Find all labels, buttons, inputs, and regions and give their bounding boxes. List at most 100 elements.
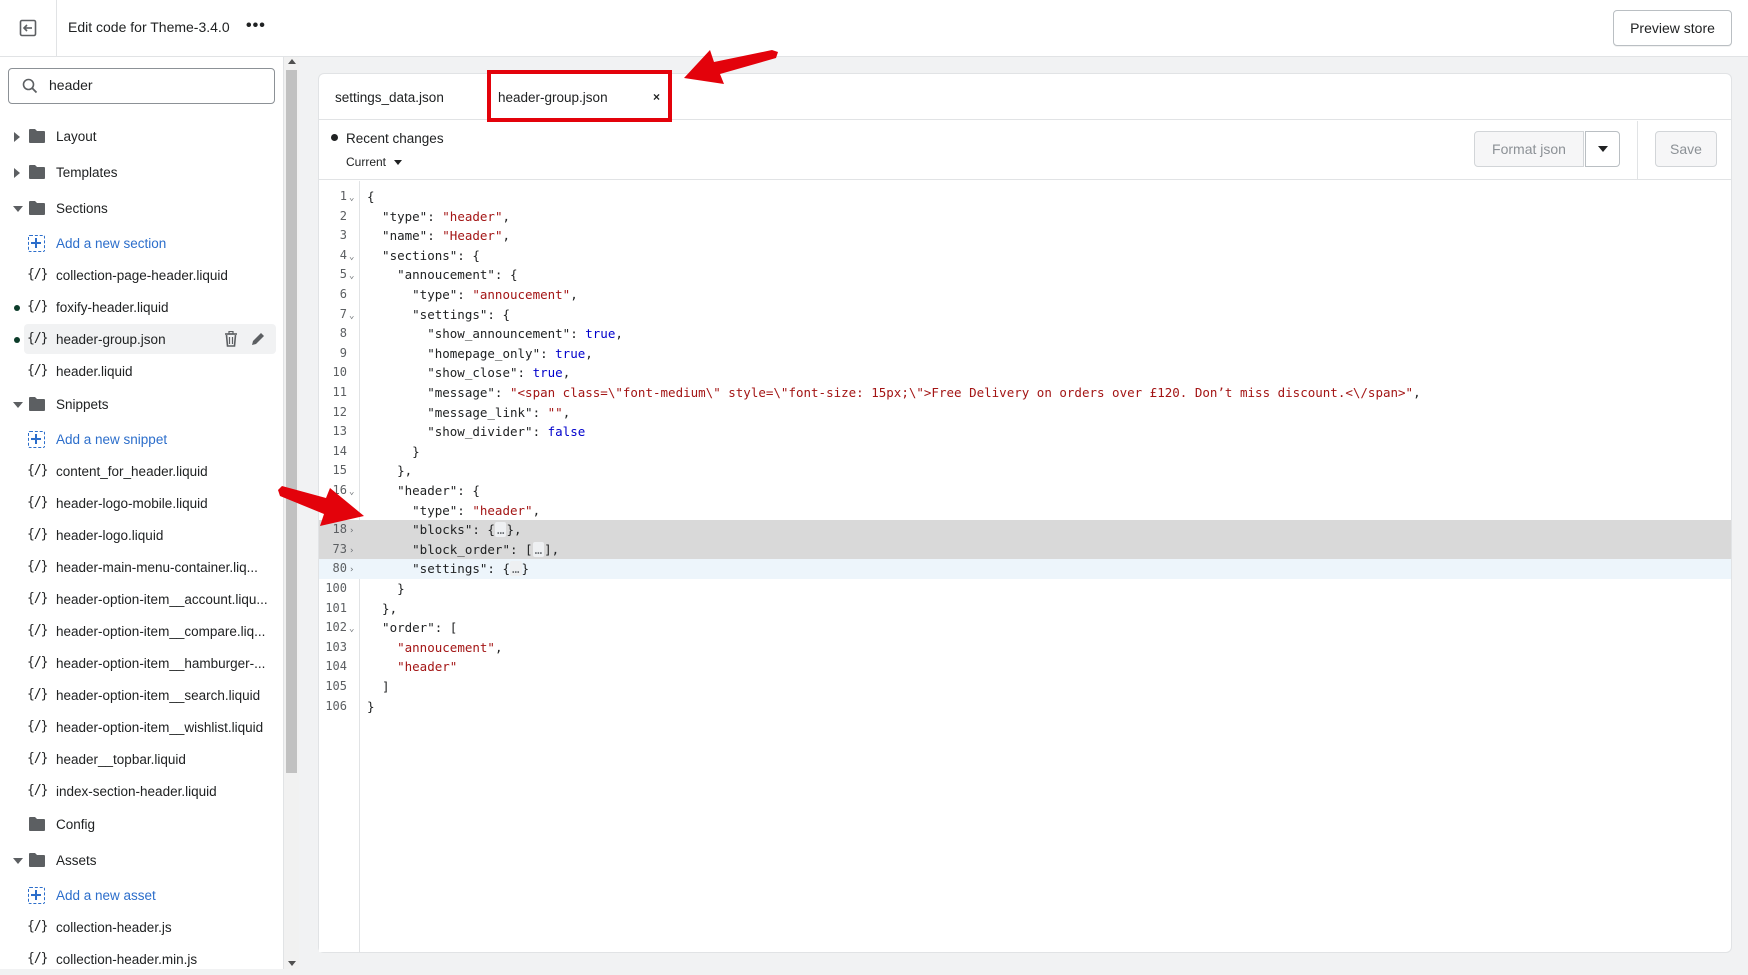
format-options-button[interactable] (1585, 131, 1620, 167)
caret-right-icon[interactable] (14, 132, 20, 142)
more-actions-button[interactable]: ••• (246, 17, 266, 35)
scroll-down-icon[interactable] (288, 961, 296, 966)
version-select[interactable]: Current (346, 155, 403, 169)
code-line[interactable]: 9 "homepage_only": true, (319, 344, 1731, 364)
caret-down-icon[interactable] (13, 206, 23, 212)
save-button[interactable]: Save (1655, 131, 1717, 167)
file-label: header-option-item__search.liquid (56, 688, 261, 703)
folder-sections[interactable]: Sections (0, 191, 284, 227)
punctuation-token: , (570, 287, 578, 302)
code-line[interactable]: 102 ⌄ "order": [ (319, 618, 1731, 638)
add-new-item-link[interactable]: Add a new asset (0, 879, 284, 911)
code-line[interactable]: 11 "message": "<span class=\"font-medium… (319, 383, 1731, 403)
code-line[interactable]: 12 "message_link": "", (319, 403, 1731, 423)
caret-down-icon[interactable] (13, 402, 23, 408)
add-new-item-link[interactable]: Add a new snippet (0, 423, 284, 455)
file-item[interactable]: {/} header-main-menu-container.liq... (0, 551, 284, 583)
code-line[interactable]: 8 "show_announcement": true, (319, 324, 1731, 344)
code-line[interactable]: 17 "type": "header", (319, 501, 1731, 521)
add-new-item-link[interactable]: Add a new section (0, 227, 284, 259)
folded-placeholder[interactable]: … (532, 541, 545, 557)
code-line[interactable]: 3 "name": "Header", (319, 226, 1731, 246)
code-line[interactable]: 13 "show_divider": false (319, 422, 1731, 442)
file-item[interactable]: {/} collection-header.js (0, 911, 284, 943)
file-item[interactable]: {/} header-option-item__hamburger-... (0, 647, 284, 679)
file-item[interactable]: {/} header-option-item__account.liqu... (0, 583, 284, 615)
preview-store-button[interactable]: Preview store (1613, 10, 1732, 46)
code-line[interactable]: 6 "type": "annoucement", (319, 285, 1731, 305)
code-text: "type": "annoucement", (367, 285, 578, 305)
code-file-icon: {/} (27, 623, 49, 638)
code-line[interactable]: 103 "annoucement", (319, 638, 1731, 658)
code-line[interactable]: 100 } (319, 579, 1731, 599)
code-line[interactable]: 18 › "blocks": {…}, (319, 520, 1731, 540)
folder-snippets[interactable]: Snippets (0, 387, 284, 423)
file-item[interactable]: {/} header-logo.liquid (0, 519, 284, 551)
folder-assets[interactable]: Assets (0, 843, 284, 879)
exit-button[interactable] (0, 0, 57, 56)
code-line[interactable]: 105 ] (319, 677, 1731, 697)
caret-down-icon[interactable] (13, 858, 23, 864)
code-line[interactable]: 2 "type": "header", (319, 207, 1731, 227)
code-line[interactable]: 15 }, (319, 461, 1731, 481)
code-line[interactable]: 106} (319, 697, 1731, 717)
code-line[interactable]: 80 › "settings": {…} (319, 559, 1731, 579)
line-number: 10 (332, 365, 347, 380)
scrollbar-thumb[interactable] (286, 70, 297, 773)
file-item[interactable]: {/} index-section-header.liquid (0, 775, 284, 807)
file-item[interactable]: {/} foxify-header.liquid (0, 291, 284, 323)
code-file-icon: {/} (27, 331, 49, 346)
line-number: 3 (339, 228, 347, 243)
code-token: "settings": { (367, 306, 510, 322)
code-line[interactable]: 1 ⌄{ (319, 187, 1731, 207)
format-json-button[interactable]: Format json (1474, 131, 1584, 167)
folder-config[interactable]: Config (0, 807, 284, 843)
punctuation-token: , (502, 208, 511, 224)
code-text: "show_divider": false (367, 422, 585, 442)
folder-layout[interactable]: Layout (0, 119, 284, 155)
file-label: header-option-item__compare.liq... (56, 624, 266, 639)
pencil-icon[interactable] (250, 331, 266, 347)
trash-icon[interactable] (224, 331, 238, 347)
file-item[interactable]: {/} header__topbar.liquid (0, 743, 284, 775)
code-line[interactable]: 5 ⌄ "annoucement": { (319, 265, 1731, 285)
code-line[interactable]: 73 › "block_order": […], (319, 539, 1731, 560)
file-actions (224, 331, 266, 347)
tab-settings-data[interactable]: settings_data.json × (335, 74, 500, 120)
code-line[interactable]: 101 }, (319, 599, 1731, 619)
code-line[interactable]: 10 "show_close": true, (319, 363, 1731, 383)
file-item[interactable]: {/} header-group.json (0, 323, 284, 355)
file-item[interactable]: {/} header-option-item__wishlist.liquid (0, 711, 284, 743)
search-input[interactable] (49, 77, 264, 93)
code-line[interactable]: 104 "header" (319, 657, 1731, 677)
line-number: 9 (339, 345, 347, 360)
code-line[interactable]: 4 ⌄ "sections": { (319, 246, 1731, 266)
scroll-up-icon[interactable] (288, 59, 296, 64)
file-item[interactable]: {/} collection-page-header.liquid (0, 259, 284, 291)
line-number: 7 (339, 306, 347, 321)
code-text: "header" (367, 657, 457, 677)
line-number: 105 (325, 679, 347, 693)
code-editor[interactable]: 1 ⌄{2 "type": "header", 3 "name": "Header"… (319, 181, 1731, 952)
folder-icon (29, 817, 45, 831)
file-item[interactable]: {/} header.liquid (0, 355, 284, 387)
editor-panel: settings_data.json × header-group.json ×… (318, 70, 1732, 953)
punctuation-token: , (1413, 385, 1421, 400)
code-line[interactable]: 14 } (319, 442, 1731, 462)
file-search[interactable] (8, 68, 275, 104)
file-item[interactable]: {/} content_for_header.liquid (0, 455, 284, 487)
file-item[interactable]: {/} header-logo-mobile.liquid (0, 487, 284, 519)
folded-placeholder[interactable]: … (510, 561, 522, 577)
file-item[interactable]: {/} collection-header.min.js (0, 943, 284, 975)
file-item[interactable]: {/} header-option-item__search.liquid (0, 679, 284, 711)
code-line[interactable]: 7 ⌄ "settings": { (319, 305, 1731, 325)
editor-toolbar: Recent changes Current Format json Save (319, 121, 1731, 180)
annotation-arrow-icon (278, 486, 364, 526)
file-tabs: settings_data.json × header-group.json × (319, 70, 1731, 122)
recent-changes[interactable]: Recent changes (331, 131, 444, 146)
folder-templates[interactable]: Templates (0, 155, 284, 191)
folded-placeholder[interactable]: … (494, 522, 507, 538)
file-item[interactable]: {/} header-option-item__compare.liq... (0, 615, 284, 647)
code-line[interactable]: 16 ⌄ "header": { (319, 481, 1731, 501)
caret-right-icon[interactable] (14, 168, 20, 178)
